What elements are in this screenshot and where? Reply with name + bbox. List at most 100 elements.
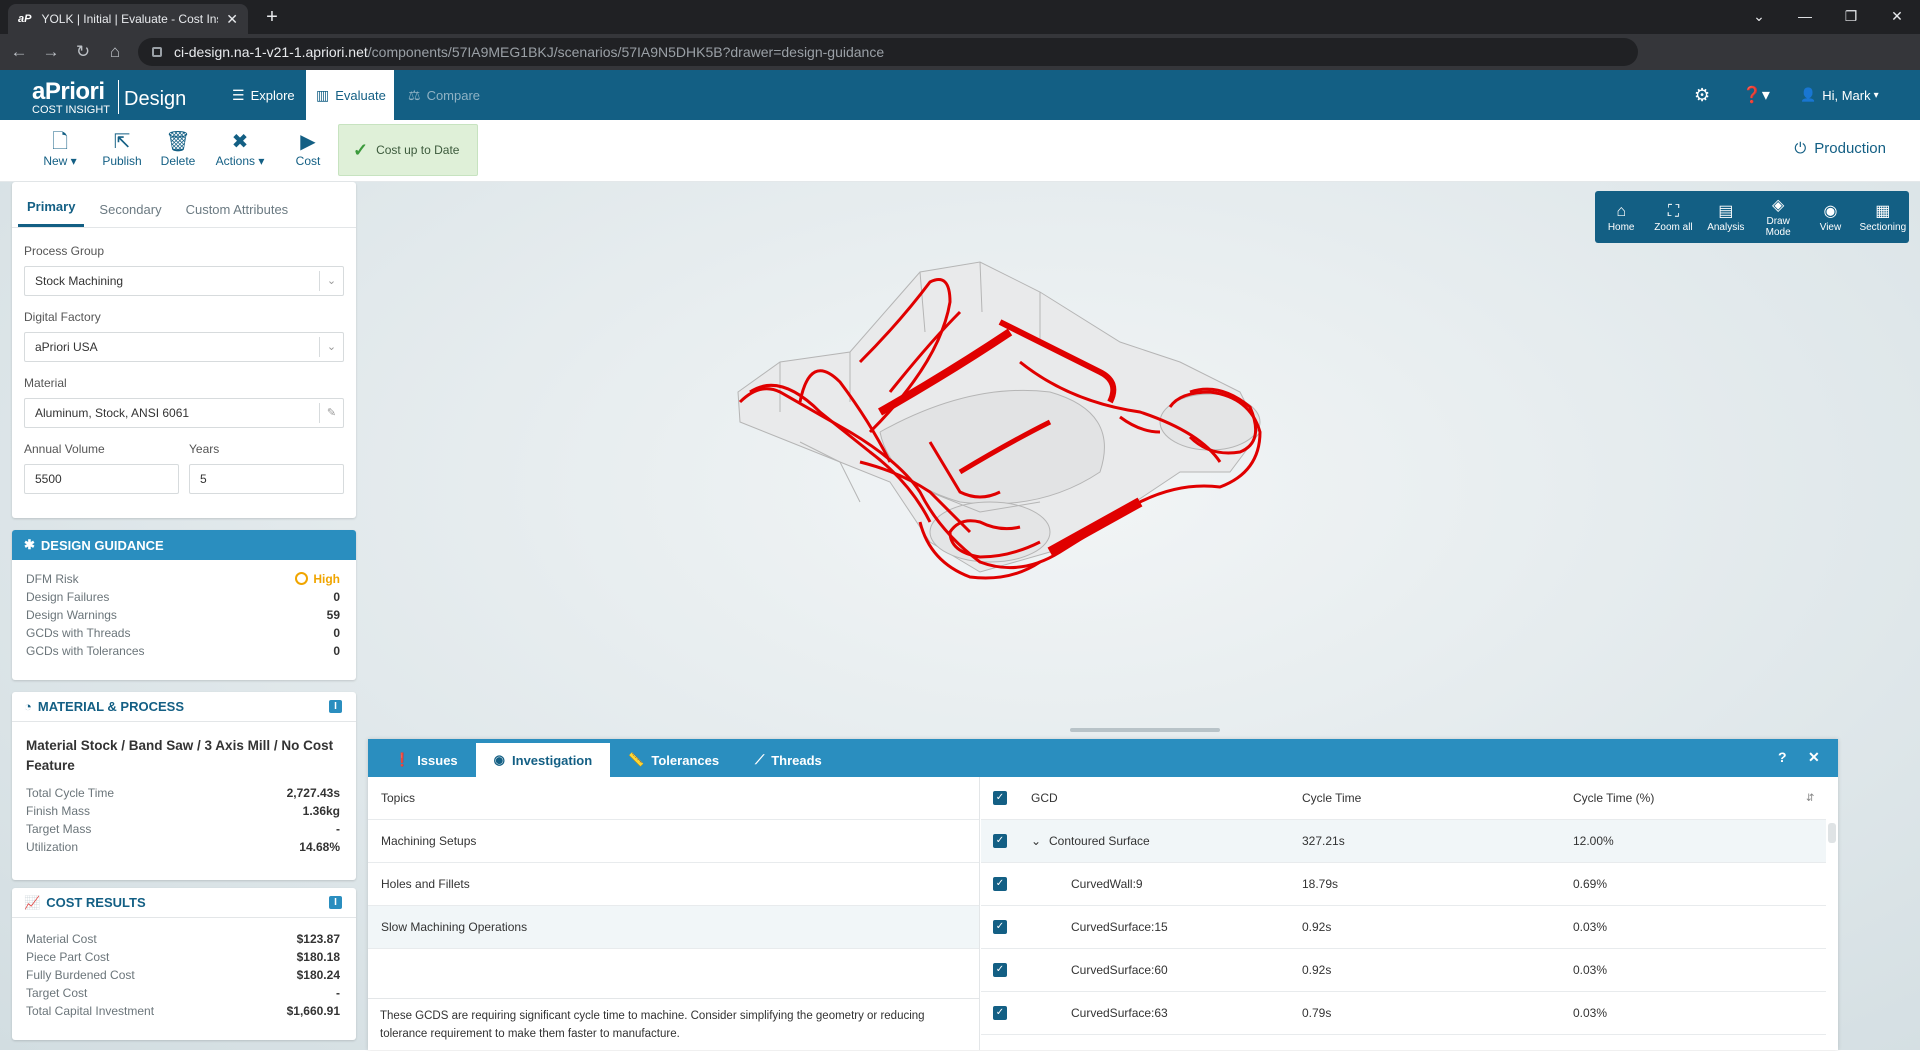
settings-gear-icon[interactable]: ⚙ bbox=[1694, 70, 1710, 120]
table-row[interactable]: ✓ CurvedSurface:15 0.92s 0.03% bbox=[981, 906, 1826, 949]
design-guidance-header[interactable]: ✱ DESIGN GUIDANCE bbox=[12, 530, 356, 560]
table-row[interactable]: ✓ CurvedWall:9 18.79s 0.69% bbox=[981, 863, 1826, 906]
tab-primary[interactable]: Primary bbox=[18, 199, 85, 227]
play-circle-icon: ▶ bbox=[300, 131, 316, 153]
col-cycle-time[interactable]: Cycle Time bbox=[1302, 777, 1361, 820]
tab-threads[interactable]: ⟋ Threads bbox=[737, 743, 840, 777]
drawer-resize-handle[interactable] bbox=[1070, 728, 1220, 732]
info-icon[interactable]: i bbox=[329, 700, 342, 713]
home-icon[interactable]: ⌂ bbox=[102, 39, 128, 65]
logo-subtitle: COST INSIGHT bbox=[32, 104, 111, 116]
new-tab-button[interactable]: + bbox=[258, 4, 286, 32]
gcd-cycle-time: 18.79s bbox=[1302, 877, 1339, 891]
gcd-name: CurvedSurface:60 bbox=[1071, 963, 1168, 977]
plug-icon: ⏻ bbox=[1794, 140, 1807, 157]
viewer-sectioning-button[interactable]: ▦ Sectioning bbox=[1859, 202, 1907, 233]
table-scrollbar[interactable] bbox=[1828, 823, 1836, 843]
col-cycle-time-pct[interactable]: Cycle Time (%) bbox=[1573, 777, 1654, 820]
target-cost-label: Target Cost bbox=[26, 986, 88, 1000]
tab-investigation[interactable]: ◉ Investigation bbox=[475, 743, 611, 777]
gcds-threads-value: 0 bbox=[333, 626, 340, 640]
info-icon[interactable]: i bbox=[329, 896, 342, 909]
viewer-analysis-label: Analysis bbox=[1707, 221, 1745, 233]
row-checkbox[interactable]: ✓ bbox=[993, 877, 1007, 891]
tab-secondary[interactable]: Secondary bbox=[90, 202, 170, 227]
viewer-toolbar: ⌂ Home ⛶ Zoom all ▤ Analysis ◈ Draw Mode ◉ Vi… bbox=[1595, 191, 1909, 243]
pencil-icon[interactable]: ✎ bbox=[319, 403, 343, 423]
tab-investigation-label: Investigation bbox=[512, 752, 593, 768]
utilization-value: 14.68% bbox=[299, 840, 340, 854]
close-icon[interactable]: ✕ bbox=[1808, 749, 1820, 766]
apriori-logo[interactable]: aPriori COST INSIGHT Design bbox=[32, 78, 186, 116]
gcd-name: CurvedWall:9 bbox=[1071, 877, 1143, 891]
row-checkbox[interactable]: ✓ bbox=[993, 920, 1007, 934]
deployment-selector[interactable]: ⏻ Production bbox=[1794, 140, 1886, 157]
col-gcd[interactable]: GCD bbox=[1031, 777, 1058, 820]
topic-machining-setups[interactable]: Machining Setups bbox=[368, 820, 979, 863]
restore-icon[interactable]: ❐ bbox=[1828, 0, 1874, 34]
close-tab-icon[interactable]: ✕ bbox=[226, 11, 238, 28]
new-button[interactable]: 🗋 New ▾ bbox=[34, 130, 86, 168]
help-icon[interactable]: ? bbox=[1778, 749, 1787, 765]
delete-label: Delete bbox=[160, 154, 196, 168]
browser-tab[interactable]: aP YOLK | Initial | Evaluate - Cost Ins … bbox=[8, 4, 248, 34]
tab-tolerances[interactable]: 📏 Tolerances bbox=[610, 743, 737, 777]
nav-evaluate[interactable]: ▥ Evaluate bbox=[306, 70, 394, 120]
row-checkbox[interactable]: ✓ bbox=[993, 963, 1007, 977]
gcds-tolerances-value: 0 bbox=[333, 644, 340, 658]
part-3d-model[interactable] bbox=[720, 232, 1320, 592]
table-row[interactable]: ✓ CurvedSurface:60 0.92s 0.03% bbox=[981, 949, 1826, 992]
topic-holes-fillets[interactable]: Holes and Fillets bbox=[368, 863, 979, 906]
back-icon[interactable]: ← bbox=[6, 39, 32, 65]
row-checkbox[interactable]: ✓ bbox=[993, 834, 1007, 848]
address-bar[interactable]: ci-design.na-1-v21-1.apriori.net/compone… bbox=[138, 38, 1638, 66]
tab-search-icon[interactable]: ⌄ bbox=[1736, 0, 1782, 34]
design-guidance-panel[interactable]: ✱ DESIGN GUIDANCE DFM Risk High Design Fai… bbox=[12, 530, 356, 680]
topic-slow-machining[interactable]: Slow Machining Operations bbox=[368, 906, 979, 949]
viewer-analysis-button[interactable]: ▤ Analysis bbox=[1702, 202, 1750, 233]
forward-icon[interactable]: → bbox=[38, 39, 64, 65]
cost-status-badge: ✓ Cost up to Date bbox=[338, 124, 478, 176]
gcd-cycle-time: 0.92s bbox=[1302, 963, 1332, 977]
material-field[interactable]: Aluminum, Stock, ANSI 6061 ✎ bbox=[24, 398, 344, 428]
years-input[interactable]: 5 bbox=[189, 464, 344, 494]
cost-button[interactable]: ▶ Cost bbox=[282, 130, 334, 168]
delete-button[interactable]: 🗑 Delete bbox=[152, 130, 204, 168]
annual-volume-input[interactable]: 5500 bbox=[24, 464, 179, 494]
cost-results-header[interactable]: 📈 COST RESULTS i bbox=[12, 888, 356, 918]
viewer-home-button[interactable]: ⌂ Home bbox=[1597, 202, 1645, 233]
tab-custom-attributes[interactable]: Custom Attributes bbox=[177, 202, 298, 227]
actions-label: Actions bbox=[215, 154, 255, 168]
fully-burdened-cost-value: $180.24 bbox=[296, 968, 340, 982]
sort-icon[interactable]: ⇵ bbox=[1806, 777, 1814, 820]
row-checkbox[interactable]: ✓ bbox=[993, 1006, 1007, 1020]
table-row[interactable]: ✓ CurvedSurface:63 0.79s 0.03% bbox=[981, 992, 1826, 1035]
viewer-zoom-all-button[interactable]: ⛶ Zoom all bbox=[1649, 202, 1697, 233]
minimize-icon[interactable]: — bbox=[1782, 0, 1828, 34]
cost-results-panel[interactable]: 📈 COST RESULTS i Material Cost $123.87 Pie… bbox=[12, 888, 356, 1040]
viewer-view-button[interactable]: ◉ View bbox=[1806, 202, 1854, 233]
reload-icon[interactable]: ↻ bbox=[70, 39, 96, 65]
help-menu-icon[interactable]: ❓▾ bbox=[1742, 70, 1770, 120]
material-process-header[interactable]: ◔ MATERIAL & PROCESS i bbox=[12, 692, 356, 722]
chevron-down-icon[interactable]: ⌄ bbox=[1031, 820, 1041, 863]
actions-button[interactable]: ✖ Actions ▾ bbox=[214, 130, 266, 168]
digital-factory-select[interactable]: aPriori USA ⌄ bbox=[24, 332, 344, 362]
viewer-draw-mode-button[interactable]: ◈ Draw Mode bbox=[1754, 196, 1802, 238]
tab-issues[interactable]: ❗ Issues bbox=[376, 743, 476, 777]
close-window-icon[interactable]: ✕ bbox=[1874, 0, 1920, 34]
nav-compare[interactable]: ⚖ Compare bbox=[398, 70, 490, 120]
apriori-favicon-icon: aP bbox=[18, 13, 32, 25]
clock-icon: ◔ bbox=[24, 699, 32, 714]
inputs-tabs: Primary Secondary Custom Attributes bbox=[12, 182, 356, 228]
annual-volume-label: Annual Volume bbox=[24, 442, 105, 456]
table-row[interactable]: ✓ ⌄ Contoured Surface 327.21s 12.00% bbox=[981, 820, 1826, 863]
gcds-threads-label: GCDs with Threads bbox=[26, 626, 131, 640]
process-group-select[interactable]: Stock Machining ⌄ bbox=[24, 266, 344, 296]
publish-button[interactable]: ⇱ Publish bbox=[96, 130, 148, 168]
nav-explore[interactable]: ☰ Explore bbox=[222, 70, 305, 120]
select-all-checkbox[interactable]: ✓ bbox=[993, 791, 1007, 805]
target-mass-row: Target Mass - bbox=[12, 820, 356, 838]
material-process-panel[interactable]: ◔ MATERIAL & PROCESS i Material Stock / B… bbox=[12, 692, 356, 880]
user-menu[interactable]: 👤 Hi, Mark ▾ bbox=[1800, 70, 1879, 120]
